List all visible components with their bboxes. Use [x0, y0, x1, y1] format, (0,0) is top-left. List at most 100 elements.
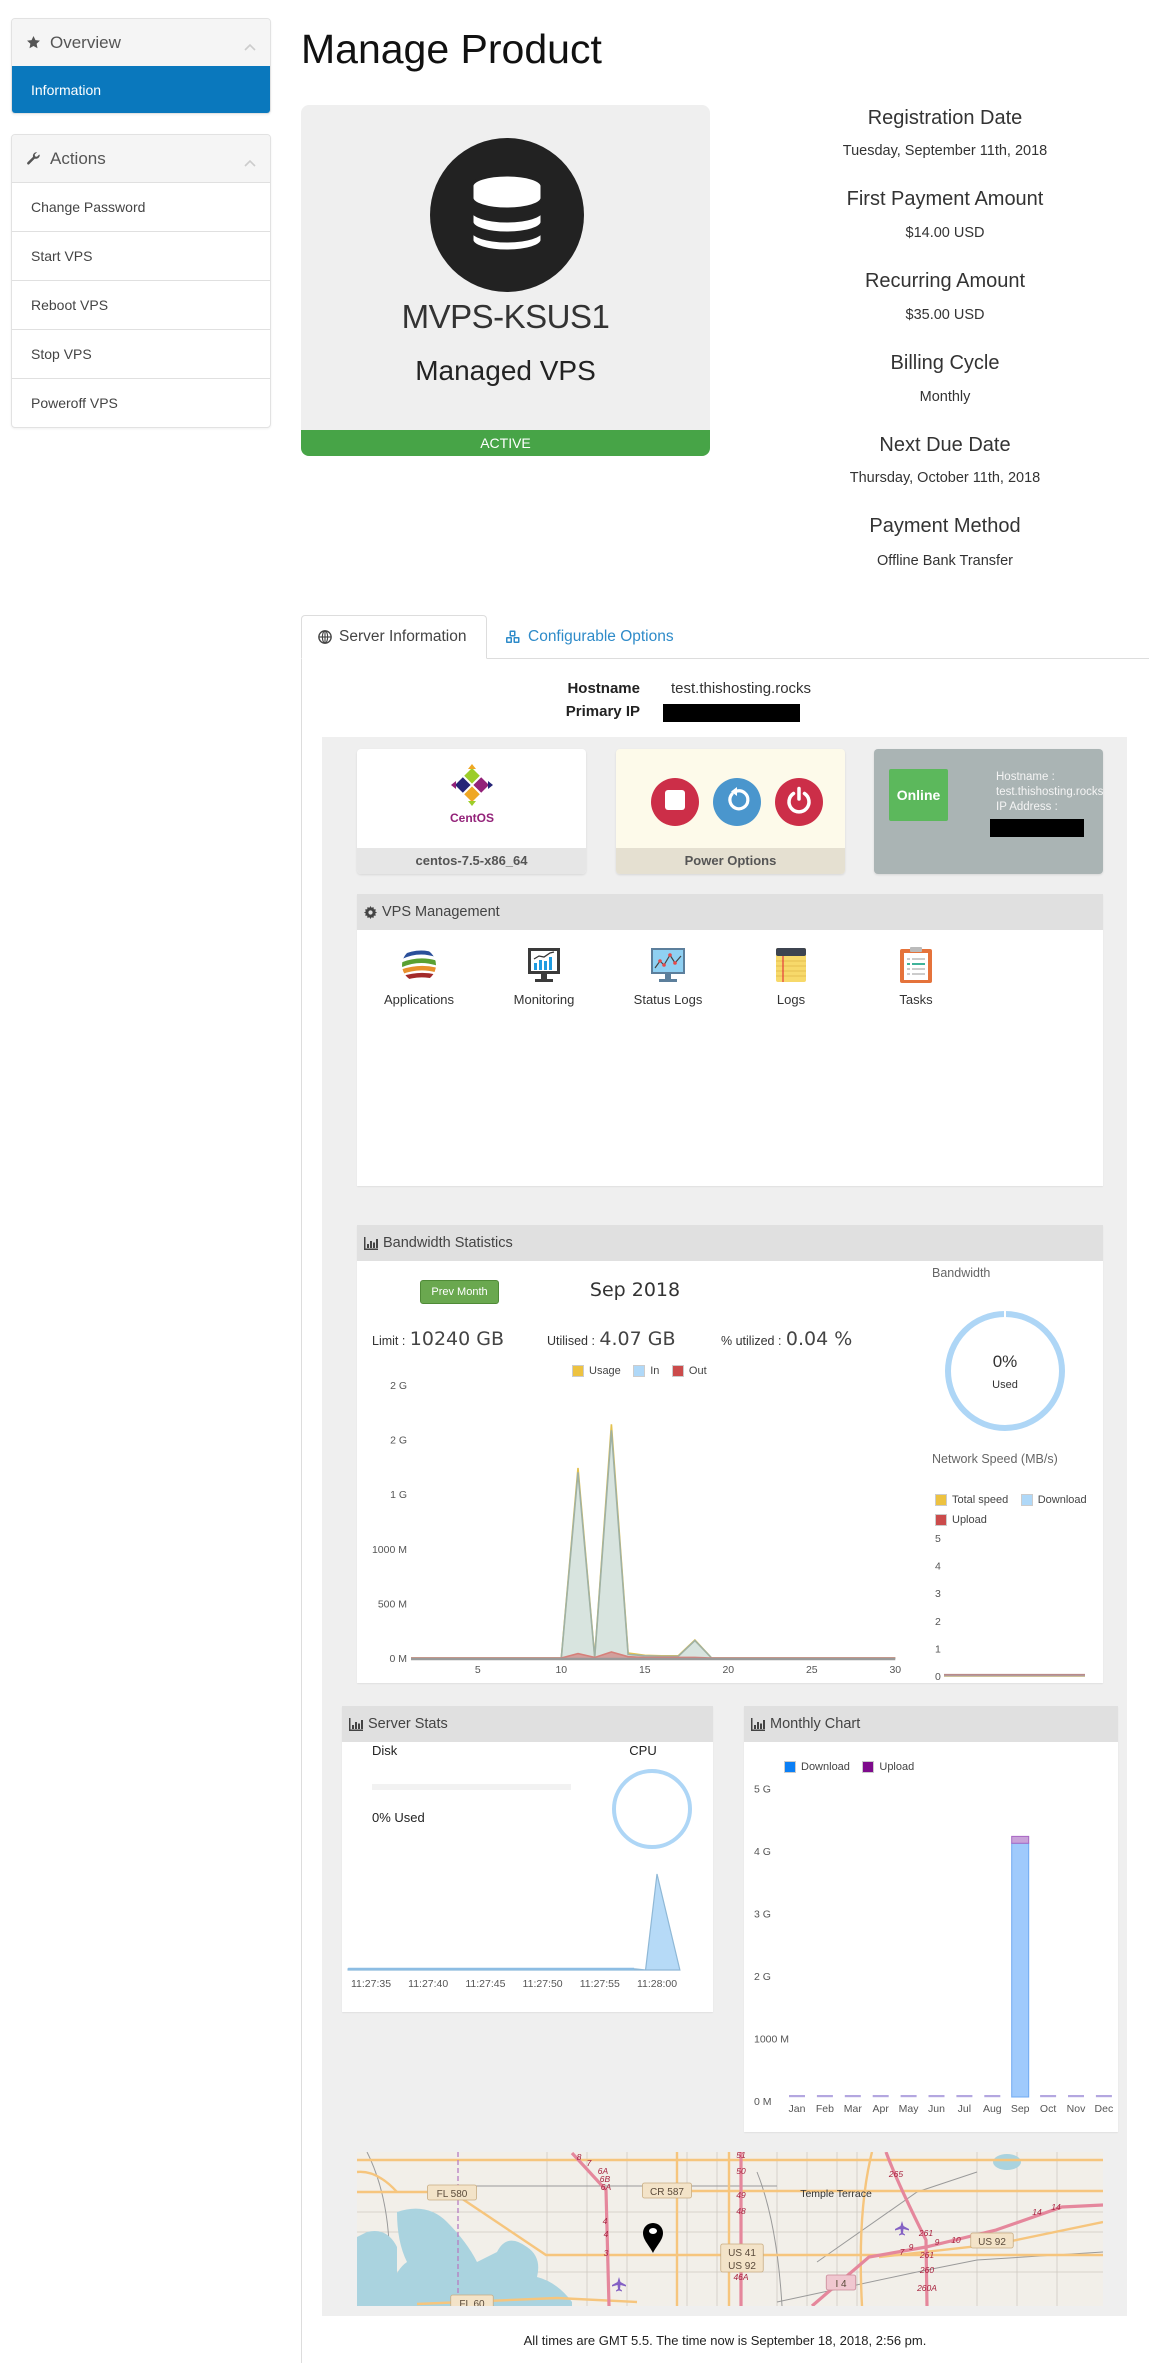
sidebar-item-label: Reboot VPS: [31, 297, 109, 313]
stop-button[interactable]: [651, 778, 699, 826]
monthly-chart-header: Monthly Chart: [744, 1706, 1118, 1742]
legend-swatch-download: [1020, 1493, 1033, 1506]
map-lake: [993, 2154, 1021, 2170]
exit-label: 260A: [916, 2283, 937, 2293]
monthly-bandwidth-chart: 0 M 1000 M 2 G 3 G 4 G 5 G Jan Feb Mar Apr May Jun J…: [754, 1784, 1113, 2116]
tab-server-information[interactable]: Server Information: [301, 615, 487, 659]
sidebar-item-poweroff-vps[interactable]: Poweroff VPS: [12, 378, 270, 427]
bar-apr-empty: [872, 2095, 889, 2098]
sidebar-item-stop-vps[interactable]: Stop VPS: [12, 329, 270, 378]
hostname-label: Hostname: [567, 680, 640, 697]
exit-label: 51: [736, 2152, 746, 2160]
tab-pane-border: [301, 658, 302, 2363]
primary-ip-label: Primary IP: [565, 703, 640, 720]
power-off-button[interactable]: [775, 778, 823, 826]
server-status-card: Online Hostname : test.thishosting.rocks…: [874, 749, 1103, 874]
prev-month-button[interactable]: Prev Month: [420, 1280, 499, 1304]
y-tick-label: 1000 M: [754, 2034, 789, 2046]
legend-swatch-upload: [862, 1760, 875, 1773]
legend-swatch-total-speed: [935, 1493, 947, 1506]
period-label: Sep 2018: [589, 1279, 681, 1301]
exit-label: 265: [888, 2169, 903, 2179]
star-icon: [26, 35, 42, 51]
tab-divider: [486, 658, 1149, 659]
x-tick-label: 25: [806, 1664, 818, 1676]
sidebar-item-label: Poweroff VPS: [31, 395, 118, 411]
bar-jun-empty: [928, 2095, 945, 2098]
x-tick-label: Jul: [958, 2103, 971, 2115]
power-options-card: Power Options: [616, 749, 845, 874]
series-area-cpu: [347, 1873, 681, 1971]
vps-mgmt-tasks[interactable]: Tasks: [861, 946, 971, 1007]
next-due-date-label: Next Due Date: [879, 434, 1011, 456]
sidebar-item-start-vps[interactable]: Start VPS: [12, 231, 270, 280]
road-label: US 41: [728, 2248, 756, 2259]
bandwidth-statistics-header: Bandwidth Statistics: [357, 1225, 1103, 1261]
exit-label: 48: [736, 2206, 746, 2216]
x-tick-label: 11:27:35: [351, 1978, 391, 1990]
bar-may-empty: [900, 2095, 917, 2098]
map-canvas[interactable]: FL 580 CR 587 US 41 US 92 FL 60 I 4 US 92 Templ…: [357, 2152, 1103, 2306]
bar-chart-icon: [364, 1236, 378, 1250]
chevron-up-icon[interactable]: [244, 36, 256, 56]
cpu-usage-chart: 11:27:35 11:27:40 11:27:45 11:27:50 11:27:55…: [347, 1873, 681, 1990]
sidebar-header-actions[interactable]: Actions: [12, 135, 270, 182]
vps-mgmt-label: Tasks: [899, 992, 933, 1007]
vps-mgmt-logs[interactable]: Logs: [736, 946, 846, 1007]
restart-button[interactable]: [713, 778, 761, 826]
percent-utilized-label: % utilized :: [721, 1334, 782, 1348]
bar-chart-icon: [751, 1717, 765, 1731]
exit-label: 46A: [733, 2272, 748, 2282]
road-label: FL 580: [437, 2189, 468, 2200]
chevron-up-icon[interactable]: [244, 152, 256, 172]
hostname-value: test.thishosting.rocks: [671, 680, 812, 697]
x-tick-label: Jun: [928, 2103, 945, 2115]
sidebar-panel-actions: Actions Change Password Start VPS Reboot…: [11, 134, 271, 428]
y-tick-label: 5: [935, 1533, 941, 1545]
centos-logo-text: CentOS: [450, 811, 494, 825]
x-tick-label: 11:27:50: [523, 1978, 563, 1990]
vps-mgmt-applications[interactable]: Applications: [364, 946, 474, 1007]
exit-label: 14: [1032, 2207, 1042, 2217]
vps-mgmt-status-logs[interactable]: Status Logs: [613, 946, 723, 1007]
exit-label: 6A: [601, 2182, 612, 2192]
utilised-value: 4.07 GB: [599, 1328, 676, 1350]
page-title: Manage Product: [301, 26, 602, 72]
primary-ip-value-redacted: [663, 704, 800, 722]
sidebar-item-change-password[interactable]: Change Password: [12, 182, 270, 231]
bar-feb-empty: [816, 2095, 833, 2098]
y-tick-label: 1: [935, 1643, 941, 1655]
x-tick-label: Mar: [844, 2103, 863, 2115]
server-location-map[interactable]: FL 580 CR 587 US 41 US 92 FL 60 I 4 US 92 Templ…: [357, 2152, 1103, 2306]
bar-chart-icon: [349, 1717, 363, 1731]
exit-label: 9: [935, 2237, 940, 2247]
product-name: MVPS-KSUS1: [401, 298, 610, 335]
tab-configurable-options[interactable]: Configurable Options: [505, 615, 674, 659]
y-tick-label: 0: [935, 1671, 941, 1683]
exit-label: 49: [736, 2190, 746, 2200]
exit-label: 4: [604, 2229, 609, 2239]
road-label: US 92: [728, 2261, 756, 2272]
registration-date-label: Registration Date: [867, 107, 1023, 129]
vps-mgmt-monitoring[interactable]: Monitoring: [489, 946, 599, 1007]
x-tick-label: Oct: [1040, 2103, 1056, 2115]
x-tick-label: Apr: [873, 2103, 890, 2115]
legend-label-upload: Upload: [879, 1760, 915, 1773]
sidebar-item-information[interactable]: Information: [12, 66, 270, 113]
legend-label-total-speed: Total speed: [952, 1493, 1009, 1506]
product-icon-circle: [430, 138, 584, 292]
centos-logo-icon: CentOS: [448, 763, 496, 832]
exit-label: 14: [1051, 2202, 1061, 2212]
applications-icon: [400, 948, 438, 988]
panel-title: Bandwidth Statistics: [383, 1235, 513, 1251]
y-tick-label: 2: [935, 1616, 941, 1628]
series-area-in: [411, 1430, 896, 1658]
sidebar-header-overview[interactable]: Overview: [12, 19, 270, 66]
exit-label: 7: [900, 2247, 905, 2257]
sidebar-item-reboot-vps[interactable]: Reboot VPS: [12, 280, 270, 329]
status-logs-icon: [649, 948, 687, 988]
monitoring-icon: [525, 948, 563, 988]
x-tick-label: 20: [722, 1664, 734, 1676]
cpu-gauge-track: [612, 1769, 692, 1849]
product-card: MVPS-KSUS1 Managed VPS ACTIVE: [301, 105, 710, 456]
